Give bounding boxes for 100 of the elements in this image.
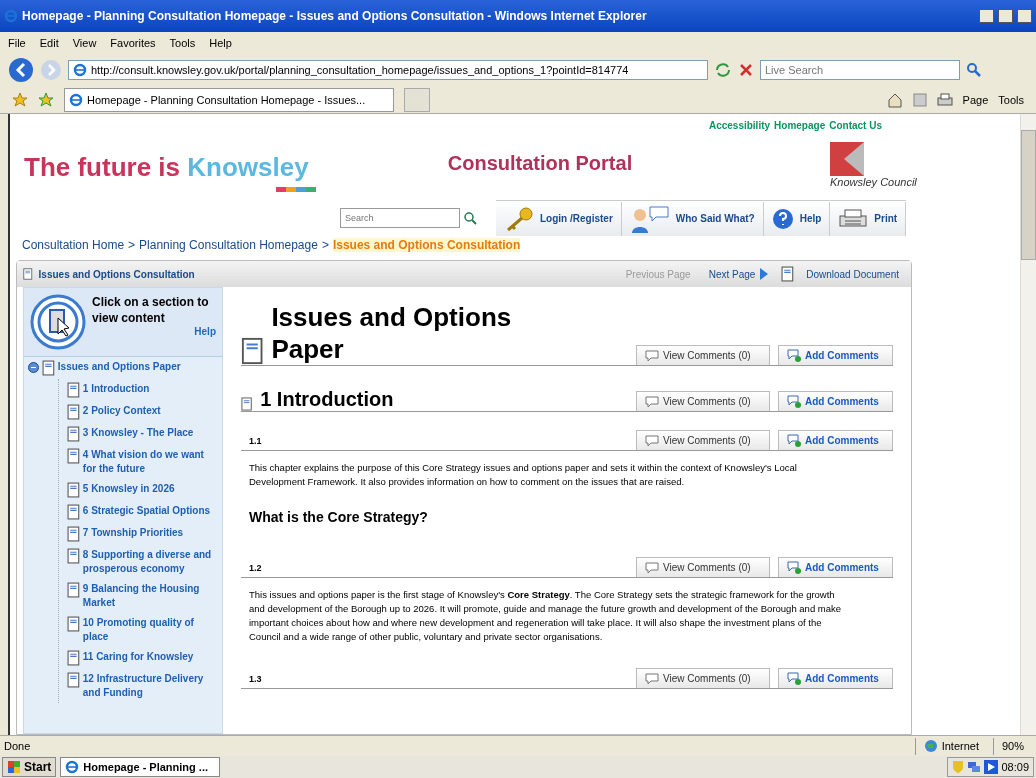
command-menu[interactable]: Tools (998, 93, 1024, 106)
menu-item[interactable]: Tools (169, 37, 196, 49)
star-icon[interactable] (12, 91, 28, 108)
document-icon (42, 360, 55, 376)
add-comment-icon (787, 434, 801, 447)
color-stripe (276, 187, 316, 192)
breadcrumb-link[interactable]: Consultation Home (22, 238, 125, 252)
printer-icon[interactable] (936, 92, 953, 107)
view-comments-button[interactable]: View Comments (0) (636, 557, 770, 577)
paragraph-number: 1.3 (248, 674, 262, 686)
home-icon[interactable] (886, 91, 903, 108)
menu-item[interactable]: File (8, 37, 26, 49)
start-button[interactable]: Start (2, 757, 57, 777)
speech-bubble-icon (645, 395, 659, 408)
download-link[interactable]: Download Document (800, 268, 905, 280)
next-page-link[interactable]: Next Page (702, 267, 776, 281)
tree-item[interactable]: 1 Introduction (82, 382, 150, 396)
back-icon[interactable] (8, 57, 34, 83)
paragraph-number: 1.2 (248, 563, 262, 575)
tree-item[interactable]: 11 Caring for Knowsley (82, 650, 194, 664)
sidebar-prompt: Click on a section to view content (92, 294, 210, 326)
search-icon[interactable] (966, 62, 982, 78)
view-comments-button[interactable]: View Comments (0) (636, 430, 770, 450)
add-comments-button[interactable]: Add Comments (778, 557, 893, 577)
speech-bubble-icon (645, 349, 659, 362)
tree-item[interactable]: Issues and Options Paper (57, 360, 181, 374)
header-link[interactable]: Contact Us (829, 120, 882, 131)
toolbar-button[interactable]: Login /Register (496, 201, 622, 236)
play-icon (984, 760, 999, 774)
tree-item[interactable]: 3 Knowsley - The Place (82, 426, 194, 440)
shield-icon (952, 760, 965, 774)
menu-item[interactable]: Favorites (110, 37, 156, 49)
scrollbar[interactable] (1020, 114, 1036, 735)
tree-item[interactable]: 9 Balancing the Housing Market (82, 582, 218, 610)
taskbar-button[interactable]: Homepage - Planning ... (60, 757, 221, 777)
council-name: Knowsley Council (830, 176, 917, 188)
menu-item[interactable]: View (72, 37, 97, 49)
restore-button[interactable] (998, 9, 1013, 23)
add-comments-button[interactable]: Add Comments (778, 668, 893, 688)
person-speech-icon (629, 204, 670, 233)
tree-item[interactable]: 10 Promoting quality of place (82, 616, 218, 644)
key-icon (504, 205, 534, 232)
site-search-field[interactable]: Search (340, 208, 460, 228)
pointer-target-icon (30, 294, 86, 350)
panel-title: Issues and Options Consultation (38, 268, 196, 280)
browser-tab[interactable]: Homepage - Planning Consultation Homepage - Issues... (64, 87, 394, 112)
minimize-button[interactable] (979, 9, 994, 23)
flag-icon (7, 760, 21, 774)
security-zone: Internet (914, 737, 987, 755)
search-field[interactable]: Live Search (760, 60, 960, 80)
status-text: Done (4, 740, 32, 752)
arrow-right-icon (759, 267, 770, 281)
breadcrumb-link[interactable]: Planning Consultation Homepage (139, 238, 318, 252)
tree-item[interactable]: 4 What vision do we want for the future (82, 448, 218, 476)
help-link[interactable]: Help (194, 326, 216, 337)
tree-item[interactable]: 6 Strategic Spatial Options (82, 504, 211, 518)
header-link[interactable]: Accessibility (708, 120, 771, 131)
logo-name: Knowsley (187, 152, 309, 182)
menu-item[interactable]: Edit (39, 37, 59, 49)
paragraph-text: This chapter explains the purpose of this Core Strategy issues and options paper and sets it within the context of Knowsley's Local Development Framework. It also provides information on how to comment on the issues that are raised. (249, 461, 798, 489)
address-field[interactable]: http://consult.knowsley.gov.uk/portal/planning_consultation_homepage/issues_and_options_1?pointId=814774 (68, 60, 708, 80)
view-comments-button[interactable]: View Comments (0) (636, 345, 770, 365)
breadcrumb-separator: > (128, 238, 136, 252)
breadcrumb-separator: > (321, 238, 329, 252)
document-icon (23, 268, 33, 280)
portal-title: Consultation Portal (447, 152, 633, 174)
add-comment-icon (787, 395, 801, 408)
printer-icon (838, 207, 869, 230)
add-comments-button[interactable]: Add Comments (778, 345, 893, 365)
council-logo-icon (830, 142, 864, 176)
toolbar-button[interactable]: Help (763, 201, 831, 236)
header-link[interactable]: Homepage (774, 120, 826, 131)
toolbar-button[interactable]: Who Said What? (621, 201, 764, 236)
view-comments-button[interactable]: View Comments (0) (636, 668, 770, 688)
speech-bubble-icon (645, 672, 659, 685)
add-star-icon[interactable] (38, 91, 54, 108)
tree-item[interactable]: 8 Supporting a diverse and prosperous economy (82, 548, 218, 576)
command-menu[interactable]: Page (962, 93, 989, 106)
tree-item[interactable]: 5 Knowsley in 2026 (82, 482, 175, 496)
zoom-control[interactable]: 90% (992, 737, 1032, 755)
search-icon[interactable] (462, 210, 478, 226)
close-icon[interactable] (738, 62, 754, 78)
add-comments-button[interactable]: Add Comments (778, 430, 893, 450)
refresh-icon[interactable] (714, 61, 732, 79)
tree-item[interactable]: 2 Policy Context (82, 404, 161, 418)
view-comments-button[interactable]: View Comments (0) (636, 391, 770, 411)
tree-item[interactable]: 12 Infrastructure Delivery and Funding (82, 672, 218, 700)
logo-text: The future is (24, 152, 181, 182)
speech-bubble-icon (645, 434, 659, 447)
menu-item[interactable]: Help (209, 37, 232, 49)
page-heading: Issues and Options Paper (271, 301, 513, 365)
collapse-toggle[interactable] (28, 362, 39, 373)
clock: 08:09 (1001, 761, 1029, 773)
add-comments-button[interactable]: Add Comments (778, 391, 893, 411)
subheading: What is the Core Strategy? (249, 509, 429, 525)
add-comment-icon (787, 349, 801, 362)
toolbar-button[interactable]: Print (830, 201, 907, 236)
browser-icon (4, 9, 18, 23)
tree-item[interactable]: 7 Township Priorities (82, 526, 184, 540)
close-button[interactable] (1017, 9, 1032, 23)
